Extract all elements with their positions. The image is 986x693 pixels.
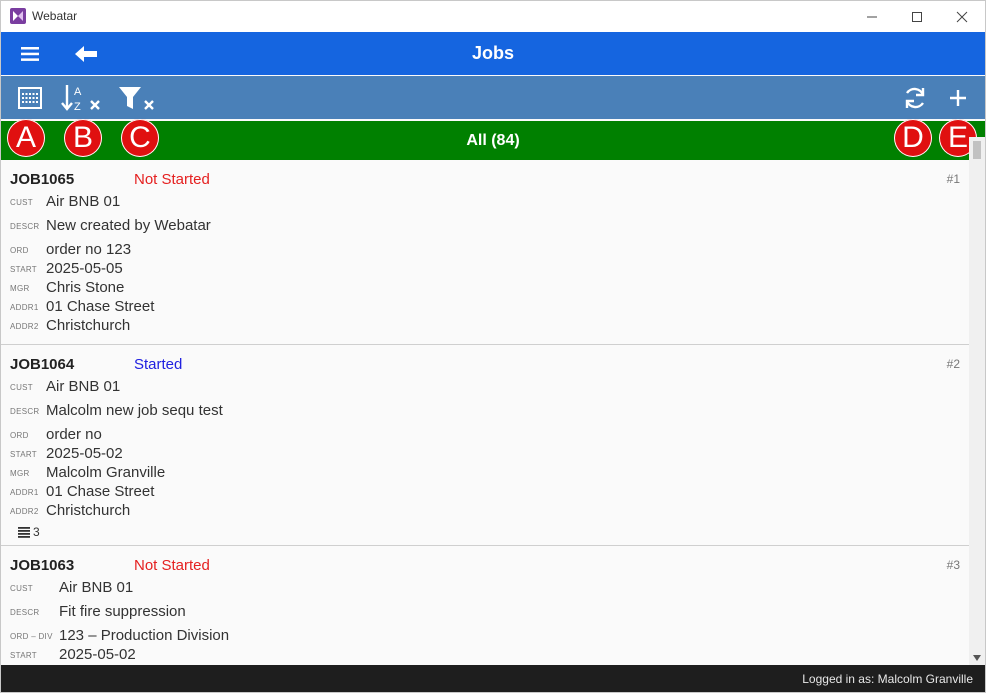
maximize-button[interactable]: [894, 1, 940, 32]
field-value: Fit fire suppression: [59, 603, 186, 620]
job-list: JOB1065 Not Started #1 CUST Air BNB 01 DE…: [1, 160, 969, 665]
field-label: ORD – DIV: [10, 632, 53, 641]
annotation-marker-c: C: [121, 119, 159, 157]
grid-select-icon: [18, 87, 42, 109]
clear-filter-button[interactable]: [116, 82, 160, 114]
field-label: START: [10, 450, 37, 459]
refresh-button[interactable]: [900, 82, 930, 114]
job-index: #3: [946, 558, 960, 572]
job-status: Not Started: [134, 557, 210, 574]
job-number: JOB1064: [10, 356, 75, 373]
field-value: Air BNB 01: [59, 579, 134, 596]
minimize-button[interactable]: [849, 1, 895, 32]
field-value: 01 Chase Street: [46, 483, 155, 500]
job-card[interactable]: JOB1063 Not Started #3 CUST Air BNB 01 DE…: [1, 546, 969, 665]
field-label: ADDR1: [10, 303, 39, 312]
field-label: DESCR: [10, 608, 40, 617]
field-label: DESCR: [10, 222, 40, 231]
job-status: Started: [134, 356, 183, 373]
close-button[interactable]: [939, 1, 985, 32]
filter-clear-icon: [119, 87, 154, 110]
field-label: CUST: [10, 198, 33, 207]
field-value: Christchurch: [46, 317, 131, 334]
scroll-down-arrow-icon[interactable]: [973, 655, 981, 661]
page-title: Jobs: [471, 43, 514, 63]
field-label: START: [10, 265, 37, 274]
minimize-icon: [867, 16, 877, 17]
toolbar: A Z: [1, 76, 985, 119]
job-index: #1: [946, 172, 960, 186]
close-icon: [956, 11, 968, 22]
svg-text:Z: Z: [74, 101, 81, 113]
list-icon: [18, 526, 30, 538]
sort-clear-icon: A Z: [61, 85, 100, 113]
clear-sort-button[interactable]: A Z: [59, 82, 105, 114]
field-value: order no: [46, 426, 102, 443]
annotation-marker-a: A: [7, 119, 45, 157]
status-bar: Logged in as: Malcolm Granville: [1, 665, 985, 692]
field-value: Chris Stone: [46, 279, 125, 296]
app-name: Webatar: [32, 9, 78, 23]
field-value: Air BNB 01: [46, 193, 121, 210]
notes-indicator[interactable]: 3: [18, 525, 40, 539]
field-value: New created by Webatar: [46, 217, 211, 234]
field-label: ADDR2: [10, 507, 39, 516]
app-header: Jobs: [1, 32, 985, 75]
select-view-button[interactable]: [15, 82, 45, 114]
field-value: Malcolm Granville: [46, 464, 166, 481]
job-card[interactable]: JOB1065 Not Started #1 CUST Air BNB 01 DE…: [1, 160, 969, 345]
scrollbar-thumb[interactable]: [973, 141, 981, 159]
field-label: ADDR1: [10, 488, 39, 497]
logged-in-user: Logged in as: Malcolm Granville: [802, 672, 973, 686]
annotation-marker-d: D: [894, 119, 932, 157]
field-value: Christchurch: [46, 502, 131, 519]
add-icon: [950, 90, 966, 106]
add-job-button[interactable]: [945, 82, 971, 114]
field-value: Air BNB 01: [46, 378, 121, 395]
field-value: 2025-05-02: [59, 646, 136, 663]
field-label: ADDR2: [10, 322, 39, 331]
field-label: START: [10, 651, 37, 660]
annotation-marker-b: B: [64, 119, 102, 157]
list-scrollbar[interactable]: [969, 137, 985, 665]
job-index: #2: [946, 357, 960, 371]
job-card[interactable]: JOB1064 Started #2 CUST Air BNB 01 DESCR M…: [1, 345, 969, 546]
svg-text:A: A: [74, 86, 82, 98]
field-label: ORD: [10, 431, 29, 440]
app-window: Webatar Jobs A Z All (84) A B C D E JOB1…: [0, 0, 986, 693]
field-value: 123 – Production Division: [59, 627, 230, 644]
job-number: JOB1063: [10, 557, 75, 574]
job-status: Not Started: [134, 171, 210, 188]
field-value: 2025-05-05: [46, 260, 123, 277]
field-label: CUST: [10, 383, 33, 392]
field-label: MGR: [10, 284, 30, 293]
webatar-logo-icon: [10, 8, 26, 24]
notes-count: 3: [33, 525, 40, 539]
field-value: 2025-05-02: [46, 445, 123, 462]
field-label: DESCR: [10, 407, 40, 416]
field-label: MGR: [10, 469, 30, 478]
field-value: order no 123: [46, 241, 132, 258]
field-value: 01 Chase Street: [46, 298, 155, 315]
maximize-icon: [912, 11, 922, 22]
job-number: JOB1065: [10, 171, 75, 188]
field-value: Malcolm new job sequ test: [46, 402, 223, 419]
window-titlebar: Webatar: [1, 1, 985, 32]
refresh-icon: [905, 87, 925, 109]
field-label: ORD: [10, 246, 29, 255]
field-label: CUST: [10, 584, 33, 593]
